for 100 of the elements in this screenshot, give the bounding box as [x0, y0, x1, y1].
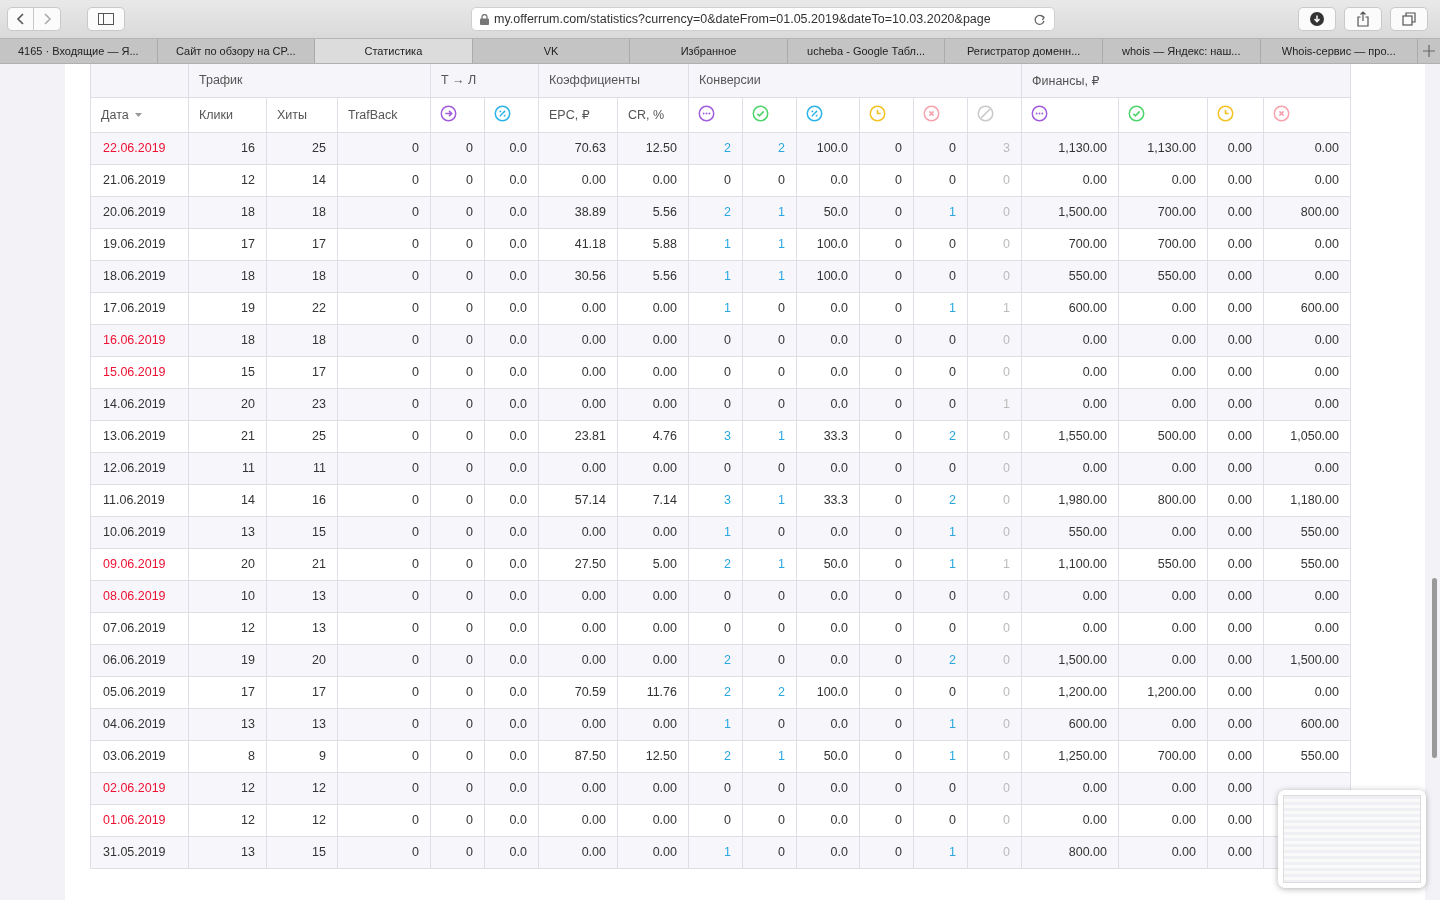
browser-tab[interactable]: whois — Яндекс: наш... [1102, 39, 1261, 63]
table-cell: 12.50 [617, 132, 689, 164]
column-header[interactable]: Дата [101, 107, 129, 122]
table-cell: 0 [430, 612, 485, 644]
chevron-left-icon [15, 12, 26, 26]
table-cell[interactable]: 1 [913, 516, 968, 548]
table-cell: 0 [742, 804, 797, 836]
table-cell[interactable]: 1 [688, 836, 743, 868]
new-tab-icon[interactable] [1423, 45, 1436, 57]
table-cell[interactable]: 2 [688, 740, 743, 772]
table-cell[interactable]: 1 [688, 516, 743, 548]
tabs-overview-button[interactable] [1390, 7, 1428, 31]
table-cell: 0 [913, 772, 968, 804]
group-header: Конверсии [688, 64, 1022, 97]
table-cell: 19 [188, 292, 267, 324]
table-cell[interactable]: 2 [913, 420, 968, 452]
table-cell: 0.0 [484, 580, 539, 612]
table-cell: 0 [859, 612, 914, 644]
table-cell[interactable]: 1 [913, 292, 968, 324]
browser-tab[interactable]: Статистика [315, 39, 473, 63]
screenshot-thumbnail[interactable] [1278, 790, 1426, 888]
address-field[interactable]: my.offerrum.com/statistics?currency=0&dateFrom=01.05.2019&dateTo=10.03.2020&page [471, 7, 1055, 31]
table-cell[interactable]: 1 [742, 420, 797, 452]
table-cell[interactable]: 2 [913, 644, 968, 676]
table-cell[interactable]: 3 [688, 420, 743, 452]
table-cell: 0 [742, 580, 797, 612]
table-cell[interactable]: 1 [742, 260, 797, 292]
table-cell[interactable]: 2 [913, 484, 968, 516]
table-cell: 0.0 [484, 516, 539, 548]
table-cell: 38.89 [538, 196, 618, 228]
table-cell: 12 [188, 164, 267, 196]
table-cell: 9 [266, 740, 338, 772]
table-cell[interactable]: 1 [688, 260, 743, 292]
table-cell: 7.14 [617, 484, 689, 516]
table-cell: 0 [859, 388, 914, 420]
sidebar-button[interactable] [87, 7, 125, 31]
table-cell[interactable]: 1 [913, 740, 968, 772]
table-cell[interactable]: 1 [913, 548, 968, 580]
table-cell: 0.00 [538, 644, 618, 676]
table-cell[interactable]: 2 [688, 676, 743, 708]
download-button[interactable] [1298, 7, 1336, 31]
forward-button[interactable] [34, 7, 61, 31]
browser-tab[interactable]: Избранное [630, 39, 788, 63]
table-cell: 0.00 [617, 772, 689, 804]
table-cell: 0 [913, 388, 968, 420]
table-cell: 0.0 [796, 388, 860, 420]
table-cell: 0 [913, 228, 968, 260]
browser-tab[interactable]: Whois-сервис — про... [1260, 39, 1419, 63]
table-cell: 0.0 [484, 356, 539, 388]
table-cell[interactable]: 1 [913, 708, 968, 740]
table-cell: 18 [266, 196, 338, 228]
table-cell[interactable]: 1 [688, 708, 743, 740]
table-cell: 0 [430, 196, 485, 228]
table-cell[interactable]: 1 [913, 196, 968, 228]
date-cell: 08.06.2019 [90, 580, 189, 612]
back-button[interactable] [7, 7, 34, 31]
table-cell: 0.00 [1207, 420, 1264, 452]
table-cell: 0 [742, 644, 797, 676]
table-cell[interactable]: 1 [742, 228, 797, 260]
table-cell: 0.0 [484, 612, 539, 644]
table-cell: 0 [859, 708, 914, 740]
table-cell: 0.00 [538, 708, 618, 740]
table-cell[interactable]: 2 [742, 132, 797, 164]
browser-tab[interactable]: Регистратор доменн... [945, 39, 1103, 63]
share-button[interactable] [1344, 7, 1382, 31]
table-cell: 25 [266, 420, 338, 452]
table-cell[interactable]: 3 [688, 484, 743, 516]
table-cell[interactable]: 1 [742, 484, 797, 516]
table-cell: 0.00 [617, 356, 689, 388]
table-cell: 0 [430, 388, 485, 420]
table-cell[interactable]: 2 [688, 548, 743, 580]
browser-tab[interactable]: VK [472, 39, 631, 63]
download-icon [1310, 12, 1324, 26]
table-cell: 13 [266, 612, 338, 644]
table-cell[interactable]: 2 [742, 676, 797, 708]
table-cell: 0 [337, 612, 431, 644]
table-cell: 0.00 [1207, 804, 1264, 836]
browser-tab[interactable]: 4165 · Входящие — Я... [0, 39, 158, 63]
column-header: CR, % [628, 107, 665, 122]
table-cell: 700.00 [1118, 196, 1208, 228]
table-cell: 16 [188, 132, 267, 164]
table-cell[interactable]: 1 [742, 196, 797, 228]
table-cell[interactable]: 1 [742, 740, 797, 772]
table-cell[interactable]: 1 [742, 548, 797, 580]
browser-tab[interactable]: ucheba - Google Табл... [787, 39, 946, 63]
table-cell: 0.00 [617, 452, 689, 484]
sort-caret-icon[interactable] [134, 112, 142, 117]
table-cell[interactable]: 1 [688, 292, 743, 324]
reload-icon[interactable] [1033, 12, 1046, 26]
table-cell: 0.00 [1207, 452, 1264, 484]
table-cell[interactable]: 1 [913, 836, 968, 868]
table-cell: 0 [430, 676, 485, 708]
table-cell: 0.0 [484, 740, 539, 772]
table-cell: 0 [967, 804, 1022, 836]
table-cell[interactable]: 1 [688, 228, 743, 260]
table-cell[interactable]: 2 [688, 132, 743, 164]
table-cell: 0 [688, 804, 743, 836]
table-cell[interactable]: 2 [688, 644, 743, 676]
table-cell[interactable]: 2 [688, 196, 743, 228]
table-cell: 0 [742, 836, 797, 868]
